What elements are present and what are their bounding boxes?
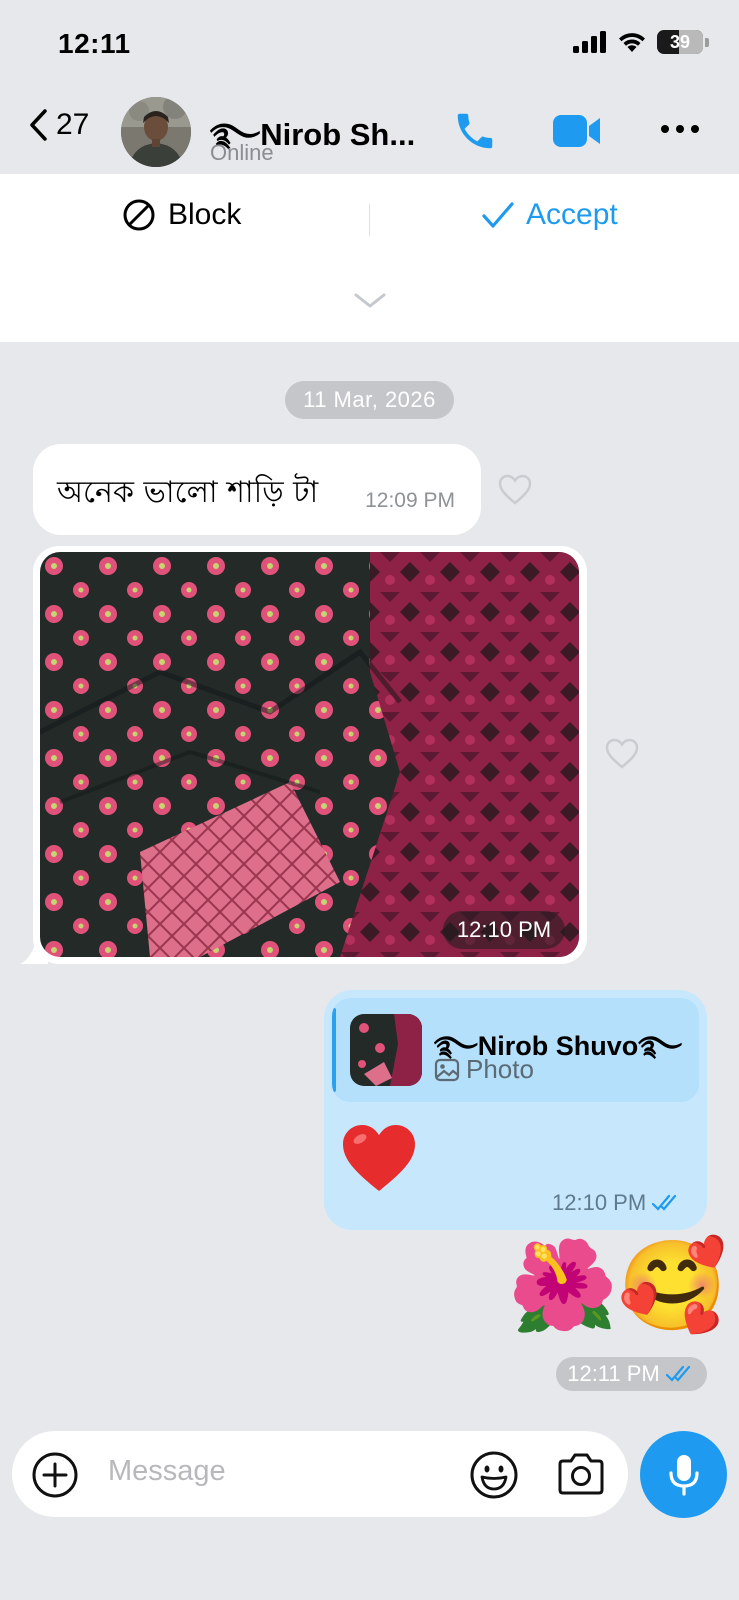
voice-message-button[interactable] <box>640 1431 727 1518</box>
accept-label: Accept <box>526 198 618 231</box>
message-composer[interactable]: Message <box>12 1431 628 1517</box>
video-call-icon[interactable] <box>552 112 602 150</box>
saree-photo[interactable] <box>40 552 579 957</box>
emoji-icon[interactable] <box>469 1450 519 1500</box>
chevron-down-icon[interactable] <box>353 292 387 310</box>
back-button[interactable]: 27 <box>28 108 89 142</box>
double-check-icon <box>665 1365 690 1382</box>
message-text: অনেক ভালো শাড়ি টা <box>57 475 319 510</box>
chevron-left-icon <box>30 109 47 141</box>
status-bar: 12:11 39 <box>0 0 739 90</box>
battery-tip <box>705 37 709 47</box>
camera-icon[interactable] <box>556 1452 606 1496</box>
photo-time: 12:10 PM <box>443 911 565 949</box>
microphone-icon <box>668 1454 699 1496</box>
block-icon <box>123 199 155 231</box>
emoji-message[interactable]: 🌺🥰 <box>508 1242 727 1330</box>
checkmark-icon <box>482 202 514 228</box>
reply-thumbnail <box>350 1014 422 1086</box>
message-time: 12:10 PM <box>552 1190 647 1215</box>
signal-icon <box>573 31 606 53</box>
block-button[interactable]: Block <box>122 198 241 232</box>
message-input[interactable]: Message <box>108 1455 226 1488</box>
block-label: Block <box>168 198 242 231</box>
more-options-icon[interactable] <box>660 124 700 134</box>
unread-count: 27 <box>56 108 90 141</box>
reply-type: Photo <box>434 1054 534 1085</box>
accept-button[interactable]: Accept <box>482 198 618 232</box>
request-divider <box>369 204 370 236</box>
heart-outline-icon[interactable] <box>498 474 532 506</box>
message-time: 12:09 PM <box>365 489 455 512</box>
chat-screen: 12:11 39 27 ࿐Nirob Sh... Online Block Ac… <box>0 0 739 1600</box>
outgoing-message-meta: 12:10 PM <box>552 1190 682 1216</box>
contact-status: Online <box>210 140 274 165</box>
emoji-message-meta: 12:11 PM <box>556 1357 707 1391</box>
message-request-panel: Block Accept <box>0 174 739 342</box>
chat-header: 27 ࿐Nirob Sh... Online <box>0 90 739 174</box>
reply-accent-bar <box>332 1008 336 1092</box>
status-icons: 39 <box>573 30 709 54</box>
reply-preview[interactable]: ࿐Nirob Shuvo࿐ Photo <box>332 998 699 1102</box>
battery-indicator: 39 <box>657 30 703 54</box>
wifi-icon <box>619 33 645 52</box>
double-check-icon <box>652 1194 677 1211</box>
battery-level: 39 <box>669 31 691 52</box>
heart-outline-icon[interactable] <box>605 738 639 770</box>
contact-avatar[interactable] <box>121 97 191 167</box>
date-separator: 11 Mar, 2026 <box>285 381 454 419</box>
message-time: 12:11 PM <box>567 1361 660 1386</box>
status-time: 12:11 <box>58 28 131 59</box>
incoming-message-bubble[interactable]: অনেক ভালো শাড়ি টা 12:09 PM <box>33 444 481 535</box>
heart-emoji <box>343 1125 415 1191</box>
add-attachment-icon[interactable] <box>31 1451 79 1499</box>
reply-type-label: Photo <box>466 1054 534 1084</box>
phone-icon[interactable] <box>452 108 498 154</box>
image-icon <box>434 1058 460 1081</box>
